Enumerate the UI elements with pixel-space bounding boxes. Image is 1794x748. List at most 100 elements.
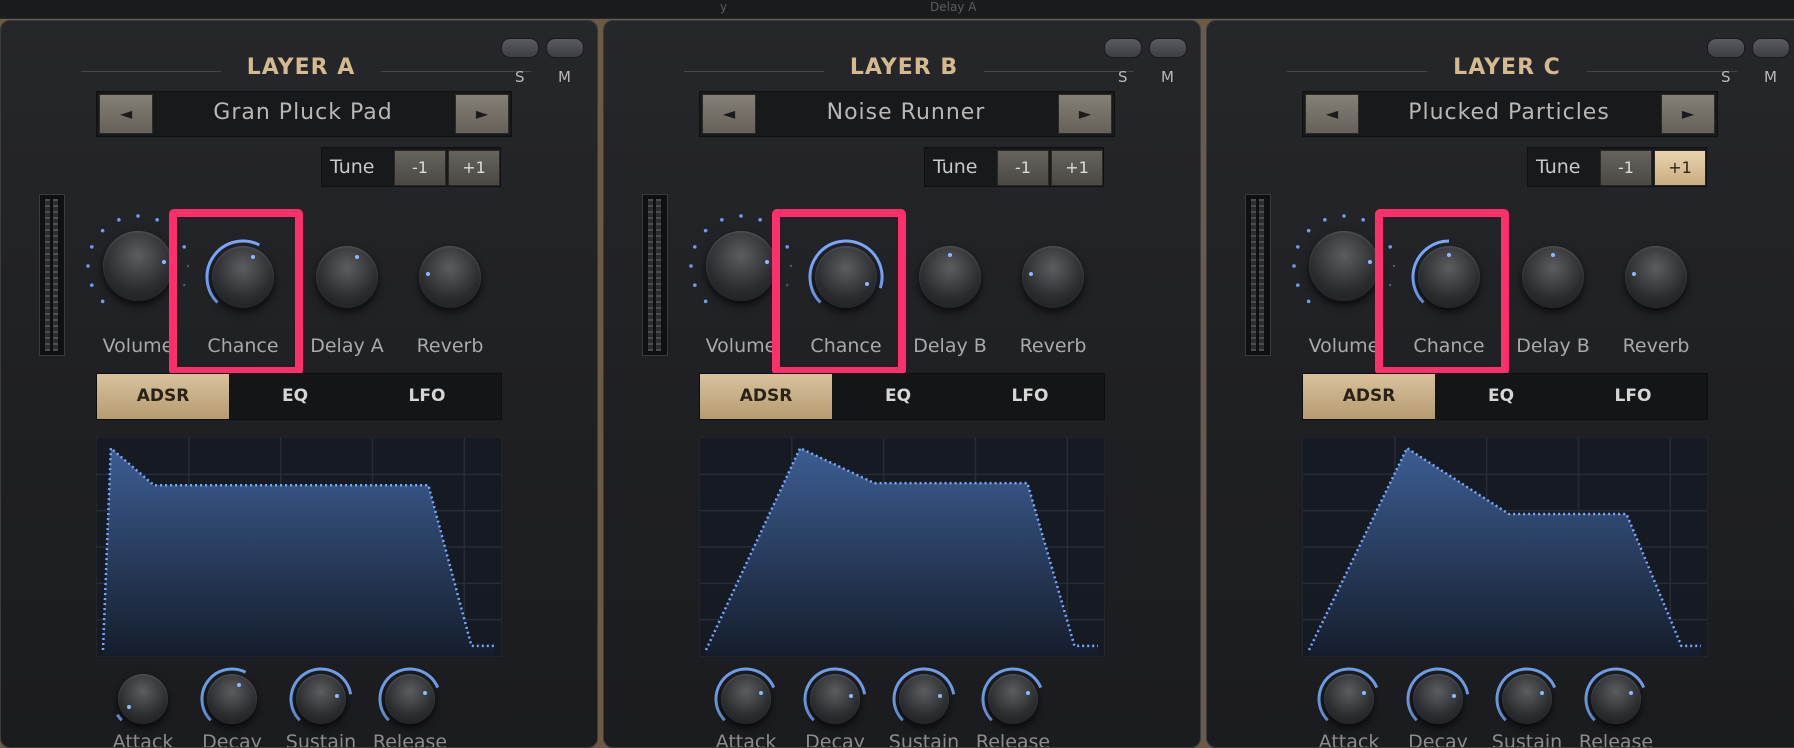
layer-title: LAYER C [1453,55,1561,80]
title-divider-left [1287,71,1427,72]
meter-bar-right [656,199,661,351]
meter-bar-left [648,199,653,351]
release-knob-indicator [1025,690,1030,695]
reverb-knob[interactable] [419,246,481,308]
meter-bar-right [1259,199,1264,351]
decay-knob-indicator [848,694,853,699]
delay-label: Delay B [1516,335,1590,357]
sustain-knob-indicator [1539,690,1544,695]
tune-up-button[interactable]: +1 [448,150,500,186]
preset-name[interactable]: Noise Runner [756,92,1056,136]
prev-preset-button[interactable]: ◄ [702,94,756,134]
level-meter [642,194,668,356]
tab-adsr[interactable]: ADSR [1303,374,1435,419]
tab-lfo[interactable]: LFO [964,374,1096,419]
layer-title: LAYER B [849,55,959,80]
attack-label: Attack [112,731,174,748]
release-knob-indicator [1628,690,1633,695]
sustain-knob-indicator [937,694,942,699]
release-knob[interactable] [1591,674,1641,724]
decay-knob[interactable] [810,674,860,724]
release-knob[interactable] [385,674,435,724]
decay-knob[interactable] [207,674,257,724]
tab-bar: ADSR EQ LFO [699,373,1105,420]
tune-label: Tune [330,156,375,178]
delay-knob[interactable] [1522,246,1584,308]
envelope-fill [1309,448,1701,656]
prev-preset-button[interactable]: ◄ [99,94,153,134]
reverb-knob-indicator [1029,271,1034,276]
envelope-plot [1303,438,1707,656]
tab-adsr[interactable]: ADSR [700,374,832,419]
chance-highlight [1375,209,1509,375]
preset-selector: ◄ Gran Pluck Pad ► [96,91,512,137]
title-divider-right [1587,71,1737,72]
envelope-plot [700,438,1104,656]
layer-panel-2: LAYER B S M ◄ Noise Runner ► Tune -1 +1 Volume Cha… [603,20,1201,748]
tab-lfo[interactable]: LFO [361,374,493,419]
attack-knob[interactable] [118,674,168,724]
release-knob[interactable] [988,674,1038,724]
tab-adsr[interactable]: ADSR [97,374,229,419]
tab-eq[interactable]: EQ [1435,374,1567,419]
reverb-knob-indicator [1632,271,1637,276]
mute-button[interactable] [1752,38,1790,58]
delay-knob-indicator [1551,253,1555,257]
reverb-label: Reverb [1622,335,1690,357]
sustain-knob[interactable] [1502,674,1552,724]
tab-lfo[interactable]: LFO [1567,374,1699,419]
tune-label: Tune [933,156,978,178]
reverb-label: Reverb [1019,335,1087,357]
tune-down-button[interactable]: -1 [1600,150,1652,186]
reverb-knob[interactable] [1625,246,1687,308]
delay-knob[interactable] [316,246,378,308]
tune-down-button[interactable]: -1 [394,150,446,186]
solo-button[interactable] [1707,38,1745,58]
tab-bar: ADSR EQ LFO [1302,373,1708,420]
meter-bar-right [53,199,58,351]
attack-knob[interactable] [1324,674,1374,724]
attack-label: Attack [1318,731,1380,748]
decay-knob-indicator [237,682,242,687]
tune-up-button[interactable]: +1 [1051,150,1103,186]
next-preset-button[interactable]: ► [455,94,509,134]
reverb-label: Reverb [416,335,484,357]
adsr-envelope-graph[interactable] [1302,437,1708,657]
title-divider-right [984,71,1134,72]
next-preset-button[interactable]: ► [1661,94,1715,134]
tab-eq[interactable]: EQ [832,374,964,419]
preset-selector: ◄ Plucked Particles ► [1302,91,1718,137]
tune-up-button[interactable]: +1 [1654,150,1706,186]
release-label: Release [975,731,1051,748]
tune-down-button[interactable]: -1 [997,150,1049,186]
preset-name[interactable]: Plucked Particles [1359,92,1659,136]
mute-label: M [1764,68,1777,86]
decay-knob[interactable] [1413,674,1463,724]
attack-knob[interactable] [721,674,771,724]
mute-button[interactable] [1149,38,1187,58]
sustain-knob[interactable] [296,674,346,724]
sustain-label: Sustain [888,731,960,748]
layer-title: LAYER A [246,55,356,80]
top-partial-text-2: Delay A [930,0,977,14]
meter-bar-left [45,199,50,351]
adsr-envelope-graph[interactable] [96,437,502,657]
tune-label: Tune [1536,156,1581,178]
delay-knob-indicator [948,253,952,257]
solo-button[interactable] [501,38,539,58]
attack-knob-indicator [758,690,763,695]
delay-knob[interactable] [919,246,981,308]
adsr-envelope-graph[interactable] [699,437,1105,657]
solo-label: S [1118,68,1128,86]
preset-name[interactable]: Gran Pluck Pad [153,92,453,136]
reverb-knob[interactable] [1022,246,1084,308]
reverb-knob-indicator [426,271,431,276]
sustain-knob[interactable] [899,674,949,724]
mute-button[interactable] [546,38,584,58]
tab-eq[interactable]: EQ [229,374,361,419]
tune-control: Tune -1 +1 [321,147,501,187]
prev-preset-button[interactable]: ◄ [1305,94,1359,134]
solo-button[interactable] [1104,38,1142,58]
next-preset-button[interactable]: ► [1058,94,1112,134]
layer-panel-3: LAYER C S M ◄ Plucked Particles ► Tune -1 +1 Volu… [1206,20,1794,748]
